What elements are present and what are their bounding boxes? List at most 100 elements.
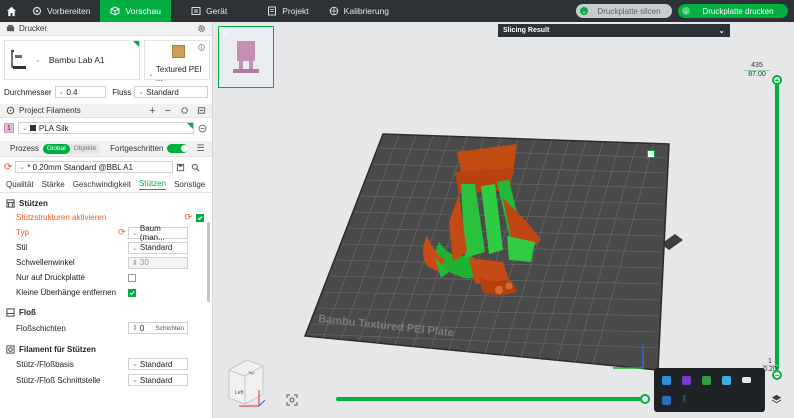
filament-number-badge: 1 xyxy=(4,123,14,133)
gcode-move-knob[interactable] xyxy=(640,394,650,404)
process-preset-select[interactable]: ⌄ * 0.20mm Standard @BBL A1 xyxy=(15,161,174,173)
device-icon xyxy=(191,7,201,15)
global-toggle[interactable]: Global xyxy=(42,143,70,154)
app-icon[interactable] xyxy=(742,377,751,383)
add-filament-icon[interactable]: + xyxy=(149,105,155,117)
remove-small-label: Kleine Überhänge entfernen xyxy=(16,288,117,297)
app-icon[interactable] xyxy=(662,376,671,385)
raft-layers-input[interactable]: ⇕ 0 Schichten xyxy=(128,322,188,334)
app-icon[interactable] xyxy=(662,396,671,405)
layer-slider-top-knob[interactable]: + xyxy=(772,75,782,85)
support-base-select[interactable]: ⌄ Standard xyxy=(128,358,188,370)
filament-item[interactable]: 1 ⌄ PLA Silk xyxy=(0,118,212,138)
advanced-label: Fortgeschritten xyxy=(110,144,164,153)
support-interface-select[interactable]: ⌄ Standard xyxy=(128,374,188,386)
tab-preview[interactable]: Vorschau xyxy=(100,0,171,22)
support-filament-group-title: Filament für Stützen xyxy=(0,342,212,356)
plate-thumbnail xyxy=(172,45,185,58)
raft-icon xyxy=(6,307,15,317)
tab-device-label: Gerät xyxy=(205,6,228,16)
printer-icon xyxy=(6,24,15,32)
objects-toggle[interactable]: Objekte xyxy=(70,144,100,154)
advanced-toggle[interactable] xyxy=(167,144,189,153)
home-icon xyxy=(6,6,16,16)
sync-icon[interactable] xyxy=(197,106,206,115)
tab-support[interactable]: Stützen xyxy=(138,179,167,190)
layers-icon[interactable] xyxy=(771,394,782,405)
process-tabs: Qualität Stärke Geschwindigkeit Stützen … xyxy=(0,177,212,193)
tab-strength[interactable]: Stärke xyxy=(42,180,65,189)
remove-small-checkbox[interactable] xyxy=(128,288,136,297)
printer-thumbnail-icon xyxy=(11,50,26,69)
plate-selector[interactable]: ⌄ Textured PEI ... xyxy=(144,40,210,83)
filament-select[interactable]: ⌄ PLA Silk xyxy=(18,122,194,134)
search-icon[interactable] xyxy=(191,163,200,172)
save-icon[interactable] xyxy=(176,163,185,172)
svg-text:Top: Top xyxy=(248,370,255,375)
plate-marker-icon xyxy=(647,150,655,158)
global-objects-toggle[interactable]: Global Objekte xyxy=(42,143,101,154)
tab-project[interactable]: Projekt xyxy=(257,0,318,22)
support-style-select[interactable]: ⌄ Standard xyxy=(128,241,188,254)
threshold-input[interactable]: ⇕ 30 xyxy=(128,256,188,269)
info-icon[interactable] xyxy=(198,44,205,51)
chevron-down-icon: ⌄ xyxy=(35,57,41,64)
threshold-row: Schwellenwinkel ⇕ 30 xyxy=(0,255,212,270)
tab-quality[interactable]: Qualität xyxy=(6,180,34,189)
gear-icon[interactable] xyxy=(197,24,206,33)
printer-name: Bambu Lab A1 xyxy=(48,55,105,65)
process-section-header: Prozess Global Objekte Fortgeschritten ☰… xyxy=(0,141,212,157)
flow-select[interactable]: ⌄ Standard xyxy=(134,86,208,98)
slice-plate-button[interactable]: ⌄ Druckplatte slicen xyxy=(576,4,672,18)
remove-filament-icon[interactable]: − xyxy=(165,105,171,117)
tab-calibration[interactable]: Kalibrierung xyxy=(319,0,399,22)
support-style-row: Stil ⌄ Standard xyxy=(0,240,212,255)
reset-icon[interactable]: ⟳ xyxy=(118,227,126,238)
layer-slider[interactable] xyxy=(775,80,779,370)
project-icon xyxy=(268,6,277,16)
slice-dropdown-icon: ⌄ xyxy=(580,7,588,15)
reset-icon[interactable]: ⟳ xyxy=(184,212,192,223)
tab-prepare-label: Vorbereiten xyxy=(47,6,91,16)
app-icon[interactable] xyxy=(702,376,711,385)
reset-icon[interactable]: ⟳ xyxy=(4,162,12,173)
enable-support-checkbox[interactable] xyxy=(196,213,204,222)
home-button[interactable] xyxy=(0,0,22,22)
buildplate-only-row: Nur auf Druckplatte xyxy=(0,270,212,285)
raft-layers-row: Floßschichten ⇕ 0 Schichten xyxy=(0,319,212,337)
gcode-move-slider[interactable] xyxy=(336,397,646,401)
filament-settings-icon[interactable] xyxy=(180,106,189,115)
3d-viewport[interactable]: 1 Slicing Result ⌄ Bambu Textured PEI Pl… xyxy=(213,22,794,418)
support-base-row: Stütz-/Floßbasis ⌄ Standard xyxy=(0,356,212,372)
printer-selector[interactable]: ⌄ Bambu Lab A1 xyxy=(4,40,140,80)
buildplate-only-label: Nur auf Druckplatte xyxy=(16,273,85,282)
tab-others[interactable]: Sonstige xyxy=(174,180,205,189)
support-interface-row: Stütz-/Floß Schnittstelle ⌄ Standard xyxy=(0,372,212,388)
tab-speed[interactable]: Geschwindigkeit xyxy=(73,180,131,189)
support-filament-icon xyxy=(6,344,15,354)
support-icon xyxy=(6,198,15,208)
raft-group-title: Floß xyxy=(0,305,212,319)
print-dropdown-icon: ⌄ xyxy=(682,7,690,15)
settings-sidebar: Drucker ⌄ Bambu Lab A1 ⌄ Textured PEI ..… xyxy=(0,22,213,418)
app-icon[interactable] xyxy=(682,376,691,385)
nozzle-row: Durchmesser ⌄ 0.4 Fluss ⌄ Standard xyxy=(0,84,212,100)
print-plate-button[interactable]: ⌄ Druckplatte drucken xyxy=(678,4,788,18)
buildplate-only-checkbox[interactable] xyxy=(128,273,136,282)
tab-device[interactable]: Gerät xyxy=(181,0,237,22)
nozzle-label: Durchmesser xyxy=(4,87,52,97)
printer-area: ⌄ Bambu Lab A1 ⌄ Textured PEI ... xyxy=(0,36,212,83)
filament-edit-icon[interactable] xyxy=(198,124,207,133)
fit-view-icon[interactable] xyxy=(286,394,298,406)
support-type-select[interactable]: ⌄ Baum (man... xyxy=(128,224,188,242)
tab-project-label: Projekt xyxy=(282,6,309,16)
nozzle-select[interactable]: ⌄ 0.4 xyxy=(54,86,107,98)
layer-slider-bottom-knob[interactable]: − xyxy=(772,370,782,380)
tab-prepare[interactable]: Vorbereiten xyxy=(22,0,100,22)
sidebar-scrollbar[interactable] xyxy=(207,222,210,302)
app-icon[interactable] xyxy=(722,376,731,385)
svg-text:Left: Left xyxy=(235,390,244,396)
chevron-down-icon: ⌄ xyxy=(22,125,28,132)
bluetooth-icon[interactable]: ᛒ xyxy=(682,394,687,404)
list-icon[interactable]: ☰ xyxy=(196,143,204,154)
